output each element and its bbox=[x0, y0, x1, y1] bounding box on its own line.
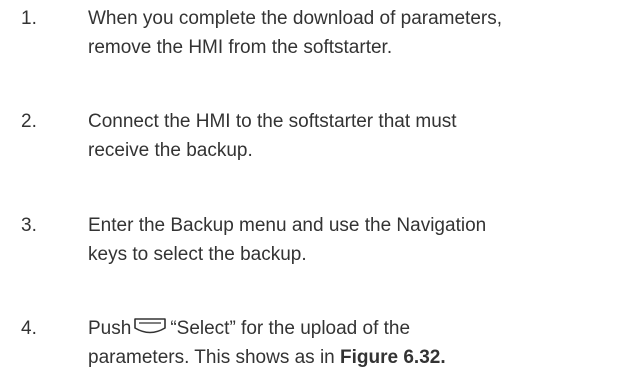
select-instruction: “Select” for the upload of the bbox=[170, 318, 411, 339]
step-text-line: When you complete the download of parame… bbox=[88, 8, 503, 29]
step-text: When you complete the download of parame… bbox=[88, 4, 628, 62]
soft-key-icon bbox=[133, 317, 167, 337]
step-text: Connect the HMI to the softstarter that … bbox=[88, 107, 628, 165]
step-number: 2. bbox=[21, 111, 37, 132]
step-text: Enter the Backup menu and use the Naviga… bbox=[88, 211, 628, 269]
step-text-line: Enter the Backup menu and use the Naviga… bbox=[88, 215, 487, 236]
figure-reference: Figure 6.32. bbox=[340, 347, 446, 368]
figure-sentence: parameters. This shows as in bbox=[88, 347, 335, 368]
step-text-line: Push “Select” for the upload of the bbox=[88, 314, 628, 343]
step-text-line: remove the HMI from the softstarter. bbox=[88, 37, 393, 58]
push-word: Push bbox=[88, 318, 132, 339]
instruction-steps: 1. When you complete the download of par… bbox=[0, 0, 632, 368]
step-text-line: parameters. This shows as in Figure 6.32… bbox=[88, 343, 628, 372]
step-number: 3. bbox=[21, 215, 37, 236]
step-number: 1. bbox=[21, 8, 37, 29]
step-text-line: receive the backup. bbox=[88, 140, 253, 161]
step-text-line: Connect the HMI to the softstarter that … bbox=[88, 111, 457, 132]
step-number: 4. bbox=[21, 318, 37, 339]
step-text-line: keys to select the backup. bbox=[88, 244, 307, 265]
step-text: Push “Select” for the upload of the param… bbox=[88, 314, 628, 372]
